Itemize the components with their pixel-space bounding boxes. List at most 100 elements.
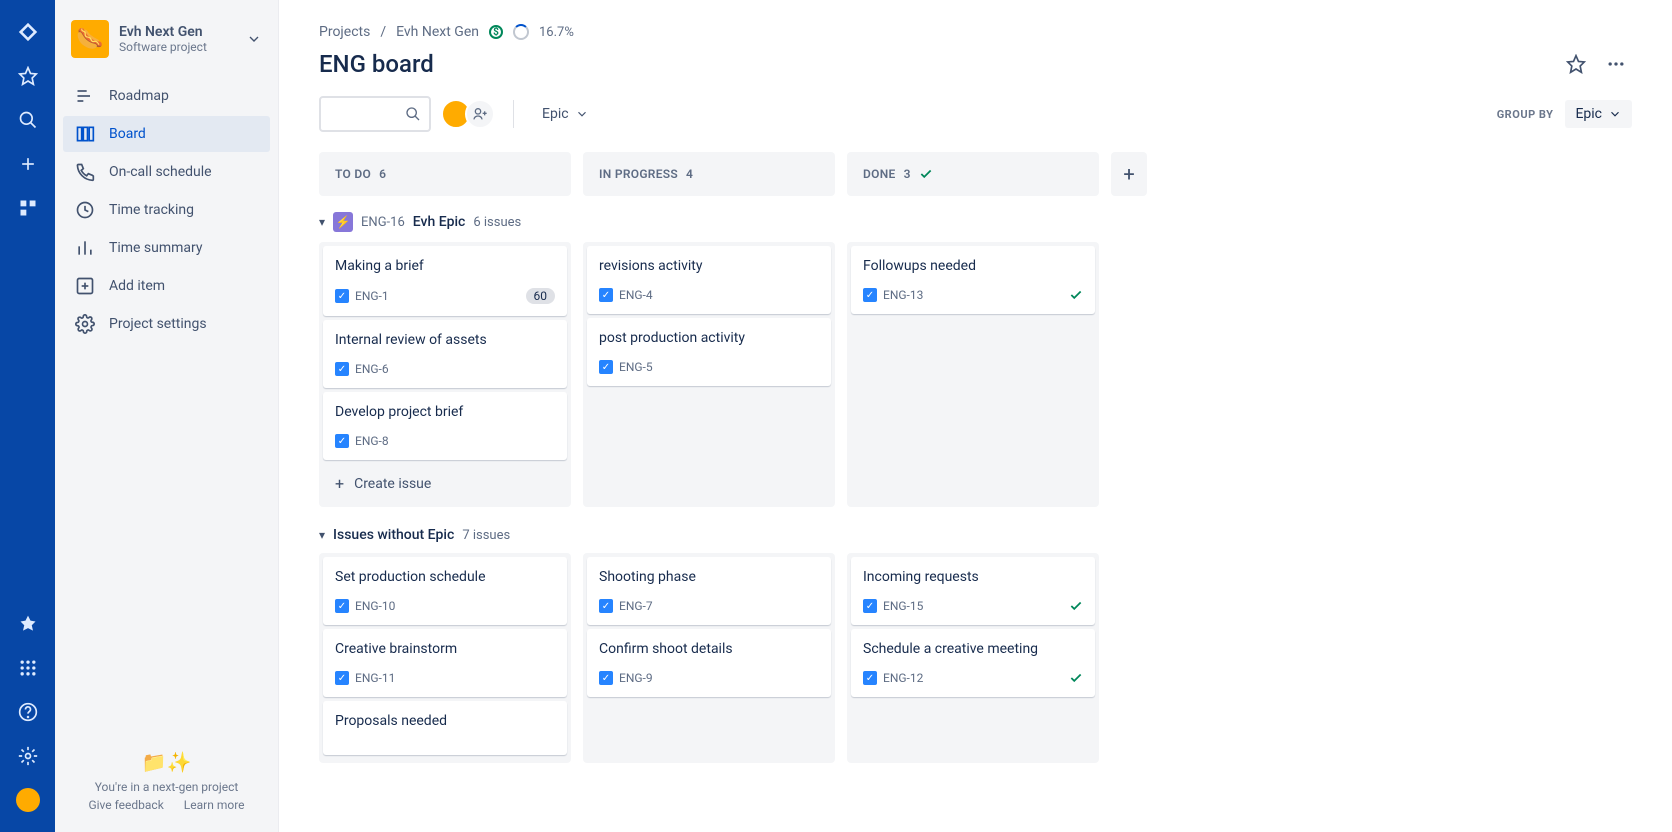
project-header[interactable]: 🌭 Evh Next Gen Software project bbox=[63, 20, 270, 78]
settings-icon[interactable] bbox=[16, 744, 40, 768]
sidebar-footer: 📁✨ You're in a next-gen project Give fee… bbox=[63, 742, 270, 820]
task-type-icon: ✓ bbox=[599, 599, 613, 613]
card-title: Shooting phase bbox=[599, 569, 819, 585]
search-icon[interactable] bbox=[16, 108, 40, 132]
sidebar-item-timesummary[interactable]: Time summary bbox=[63, 230, 270, 266]
status-dollar-icon[interactable]: $ bbox=[489, 25, 503, 39]
column-todo[interactable]: Making a brief ✓ ENG-1 60 Internal revie… bbox=[319, 242, 571, 507]
swimlane-name: Issues without Epic bbox=[333, 527, 454, 543]
card-title: Confirm shoot details bbox=[599, 641, 819, 657]
learn-more-link[interactable]: Learn more bbox=[184, 798, 245, 812]
sidebar-item-label: On-call schedule bbox=[109, 164, 212, 180]
column-done[interactable]: Incoming requests ✓ ENG-15 Schedule a cr… bbox=[847, 553, 1099, 763]
issue-card[interactable]: Shooting phase ✓ ENG-7 bbox=[587, 557, 831, 625]
add-item-icon bbox=[75, 276, 95, 296]
swimlane-body: Set production schedule ✓ ENG-10 Creativ… bbox=[319, 553, 1632, 763]
column-name: DONE bbox=[863, 167, 896, 181]
create-issue-button[interactable]: + Create issue bbox=[323, 464, 567, 503]
add-member-button[interactable] bbox=[465, 99, 495, 129]
star-button[interactable] bbox=[1560, 48, 1592, 80]
breadcrumb-project[interactable]: Evh Next Gen bbox=[396, 24, 479, 40]
task-type-icon: ✓ bbox=[599, 360, 613, 374]
column-todo[interactable]: Set production schedule ✓ ENG-10 Creativ… bbox=[319, 553, 571, 763]
issue-card[interactable]: Internal review of assets ✓ ENG-6 bbox=[323, 320, 567, 388]
add-column-button[interactable]: + bbox=[1111, 152, 1147, 196]
card-key: ENG-13 bbox=[883, 288, 923, 302]
issue-card[interactable]: Followups needed ✓ ENG-13 bbox=[851, 246, 1095, 314]
toolbar: Epic GROUP BY Epic bbox=[319, 96, 1632, 132]
chevron-down-icon: ▾ bbox=[319, 215, 325, 229]
card-key: ENG-11 bbox=[355, 671, 395, 685]
column-header-inprogress[interactable]: IN PROGRESS 4 bbox=[583, 152, 835, 196]
sidebar-item-label: Time summary bbox=[109, 240, 203, 256]
epic-filter-button[interactable]: Epic bbox=[532, 100, 599, 128]
sidebar-item-roadmap[interactable]: Roadmap bbox=[63, 78, 270, 114]
footer-message: You're in a next-gen project bbox=[71, 780, 262, 794]
card-key: ENG-9 bbox=[619, 671, 653, 685]
sidebar-item-settings[interactable]: Project settings bbox=[63, 306, 270, 342]
issue-card[interactable]: Schedule a creative meeting ✓ ENG-12 bbox=[851, 629, 1095, 697]
card-title: Creative brainstorm bbox=[335, 641, 555, 657]
issue-card[interactable]: Confirm shoot details ✓ ENG-9 bbox=[587, 629, 831, 697]
issue-card[interactable]: Set production schedule ✓ ENG-10 bbox=[323, 557, 567, 625]
search-input[interactable] bbox=[329, 106, 399, 122]
notification-icon[interactable] bbox=[16, 612, 40, 636]
breadcrumb-projects[interactable]: Projects bbox=[319, 24, 370, 40]
card-key: ENG-15 bbox=[883, 599, 923, 613]
project-name: Evh Next Gen bbox=[119, 24, 207, 40]
gear-icon bbox=[75, 314, 95, 334]
done-check-icon bbox=[1069, 288, 1083, 302]
card-title: Followups needed bbox=[863, 258, 1083, 274]
chevron-down-icon[interactable] bbox=[246, 31, 262, 47]
sidebar-item-timetracking[interactable]: Time tracking bbox=[63, 192, 270, 228]
give-feedback-link[interactable]: Give feedback bbox=[88, 798, 163, 812]
column-header-done[interactable]: DONE 3 bbox=[847, 152, 1099, 196]
sidebar-item-additem[interactable]: Add item bbox=[63, 268, 270, 304]
column-name: IN PROGRESS bbox=[599, 167, 678, 181]
issue-card[interactable]: Proposals needed bbox=[323, 701, 567, 755]
column-done[interactable]: Followups needed ✓ ENG-13 bbox=[847, 242, 1099, 507]
apps-switcher-icon[interactable] bbox=[16, 656, 40, 680]
create-issue-label: Create issue bbox=[354, 476, 431, 492]
help-icon[interactable] bbox=[16, 700, 40, 724]
card-title: Incoming requests bbox=[863, 569, 1083, 585]
column-header-todo[interactable]: TO DO 6 bbox=[319, 152, 571, 196]
more-button[interactable] bbox=[1600, 48, 1632, 80]
issue-card[interactable]: post production activity ✓ ENG-5 bbox=[587, 318, 831, 386]
issue-card[interactable]: Incoming requests ✓ ENG-15 bbox=[851, 557, 1095, 625]
card-title: Develop project brief bbox=[335, 404, 555, 420]
search-box[interactable] bbox=[319, 96, 431, 132]
user-avatar[interactable] bbox=[16, 788, 40, 812]
sidebar-item-board[interactable]: Board bbox=[63, 116, 270, 152]
toolbar-divider bbox=[513, 100, 514, 128]
swimlane-header-epic[interactable]: ▾ ⚡ ENG-16 Evh Epic 6 issues bbox=[319, 212, 1632, 232]
group-by-select[interactable]: Epic bbox=[1565, 100, 1632, 128]
card-key: ENG-12 bbox=[883, 671, 923, 685]
issue-card[interactable]: revisions activity ✓ ENG-4 bbox=[587, 246, 831, 314]
issue-card[interactable]: Creative brainstorm ✓ ENG-11 bbox=[323, 629, 567, 697]
avatar-stack bbox=[447, 99, 495, 129]
card-key: ENG-5 bbox=[619, 360, 653, 374]
global-nav-rail bbox=[0, 0, 55, 832]
card-key: ENG-7 bbox=[619, 599, 653, 613]
column-inprogress[interactable]: Shooting phase ✓ ENG-7 Confirm shoot det… bbox=[583, 553, 835, 763]
oncall-icon bbox=[75, 162, 95, 182]
app-icon[interactable] bbox=[16, 196, 40, 220]
sidebar-item-oncall[interactable]: On-call schedule bbox=[63, 154, 270, 190]
jira-logo-icon[interactable] bbox=[16, 20, 40, 44]
epic-icon: ⚡ bbox=[333, 212, 353, 232]
epic-issue-count: 6 issues bbox=[473, 215, 521, 230]
card-key: ENG-8 bbox=[355, 434, 389, 448]
swimlane-header-noepic[interactable]: ▾ Issues without Epic 7 issues bbox=[319, 527, 1632, 543]
card-title: revisions activity bbox=[599, 258, 819, 274]
star-icon[interactable] bbox=[16, 64, 40, 88]
column-inprogress[interactable]: revisions activity ✓ ENG-4 post producti… bbox=[583, 242, 835, 507]
issue-card[interactable]: Making a brief ✓ ENG-1 60 bbox=[323, 246, 567, 316]
issue-card[interactable]: Develop project brief ✓ ENG-8 bbox=[323, 392, 567, 460]
board-title: ENG board bbox=[319, 50, 434, 78]
create-icon[interactable] bbox=[16, 152, 40, 176]
card-key: ENG-1 bbox=[355, 289, 389, 303]
card-title: Set production schedule bbox=[335, 569, 555, 585]
columns-header: TO DO 6 IN PROGRESS 4 DONE 3 + bbox=[319, 152, 1632, 196]
project-sidebar: 🌭 Evh Next Gen Software project Roadmap … bbox=[55, 0, 279, 832]
